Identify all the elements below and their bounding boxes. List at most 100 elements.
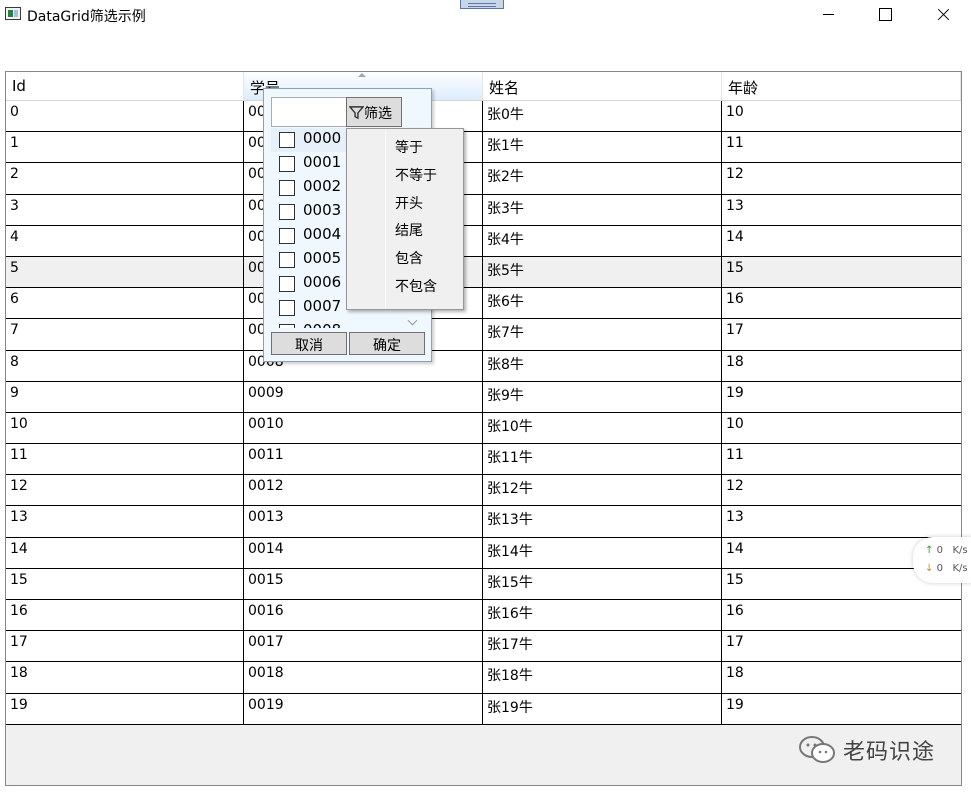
table-cell[interactable]: 11 (722, 132, 961, 164)
table-row[interactable]: 10 0010 张10牛 10 (6, 412, 961, 445)
table-cell[interactable]: 7 (6, 319, 244, 351)
menu-item[interactable]: 等于 (395, 137, 423, 157)
table-row[interactable]: 60006张6牛16 (6, 288, 961, 320)
checkbox[interactable] (279, 132, 295, 148)
table-cell[interactable]: 张6牛 (483, 288, 722, 320)
table-row[interactable]: 00000张0牛10 (6, 101, 961, 133)
table-cell[interactable]: 17 (722, 319, 961, 351)
table-cell[interactable]: 张14牛 (483, 537, 722, 569)
table-row[interactable]: 50005张5牛15 (6, 256, 961, 289)
table-cell[interactable]: 张13牛 (483, 506, 722, 538)
ok-button[interactable]: 确定 (349, 332, 425, 355)
table-cell[interactable]: 0015 (244, 568, 483, 600)
table-cell[interactable]: 张10牛 (483, 412, 722, 445)
minimize-button[interactable] (806, 0, 852, 30)
menu-item[interactable]: 结尾 (395, 220, 423, 240)
table-cell[interactable]: 19 (722, 382, 961, 413)
table-cell[interactable]: 0014 (244, 537, 483, 569)
maximize-button[interactable] (862, 0, 908, 30)
table-cell[interactable]: 6 (6, 288, 244, 320)
table-cell[interactable]: 17 (722, 631, 961, 663)
column-header-id[interactable]: Id (6, 72, 244, 101)
filter-input[interactable] (271, 97, 347, 127)
table-cell[interactable]: 张7牛 (483, 319, 722, 351)
table-cell[interactable]: 0019 (244, 693, 483, 725)
table-cell[interactable]: 张18牛 (483, 662, 722, 694)
table-cell[interactable]: 16 (6, 600, 244, 632)
table-cell[interactable]: 13 (722, 506, 961, 538)
table-cell[interactable]: 5 (6, 256, 244, 289)
table-row[interactable]: 70007张7牛17 (6, 319, 961, 351)
filter-option[interactable]: 0008 (271, 320, 421, 328)
table-cell[interactable]: 0016 (244, 600, 483, 632)
table-cell[interactable]: 16 (722, 288, 961, 320)
table-cell[interactable]: 18 (722, 351, 961, 382)
table-cell[interactable]: 0013 (244, 506, 483, 538)
table-cell[interactable]: 张5牛 (483, 256, 722, 289)
table-cell[interactable]: 15 (6, 568, 244, 600)
table-cell[interactable]: 张8牛 (483, 350, 722, 382)
table-row[interactable]: 17 0017 张17牛 17 (6, 631, 961, 663)
table-cell[interactable]: 15 (722, 257, 961, 289)
table-cell[interactable]: 张19牛 (483, 693, 722, 725)
menu-item[interactable]: 包含 (395, 248, 423, 268)
table-row[interactable]: 80008张8牛18 (6, 350, 961, 382)
table-cell[interactable]: 17 (6, 631, 244, 663)
table-cell[interactable]: 张12牛 (483, 475, 722, 507)
table-cell[interactable]: 张16牛 (483, 600, 722, 632)
table-cell[interactable]: 18 (722, 662, 961, 694)
column-header-age[interactable]: 年龄 (722, 72, 961, 101)
chevron-down-icon[interactable] (408, 317, 418, 327)
table-cell[interactable]: 0018 (244, 662, 483, 694)
table-cell[interactable]: 3 (6, 194, 244, 226)
checkbox[interactable] (279, 156, 295, 172)
table-row[interactable]: 10001张1牛11 (6, 132, 961, 164)
table-cell[interactable]: 1 (6, 132, 244, 164)
table-cell[interactable]: 14 (722, 226, 961, 257)
table-cell[interactable]: 张9牛 (483, 381, 722, 413)
drag-handle[interactable] (460, 0, 504, 9)
table-cell[interactable]: 张3牛 (483, 194, 722, 226)
table-cell[interactable]: 14 (6, 537, 244, 569)
table-cell[interactable]: 张17牛 (483, 631, 722, 663)
checkbox[interactable] (279, 252, 295, 268)
menu-item[interactable]: 开头 (395, 193, 423, 213)
table-cell[interactable]: 10 (6, 412, 244, 445)
table-cell[interactable]: 张15牛 (483, 568, 722, 600)
table-cell[interactable]: 12 (722, 163, 961, 195)
table-cell[interactable]: 18 (6, 662, 244, 694)
table-cell[interactable]: 4 (6, 225, 244, 257)
table-row[interactable]: 13 0013 张13牛 13 (6, 506, 961, 538)
network-speed-widget[interactable]: ↑ 0 K/s ↓ 0 K/s (913, 537, 971, 583)
table-cell[interactable]: 19 (6, 693, 244, 725)
table-cell[interactable]: 13 (722, 195, 961, 226)
checkbox[interactable] (279, 324, 295, 328)
menu-item[interactable]: 不等于 (395, 165, 437, 185)
table-row[interactable]: 2 0002 张2牛12 (6, 163, 961, 195)
close-button[interactable] (920, 0, 966, 30)
table-row[interactable]: 9 0009 张9牛 19 (6, 381, 961, 413)
checkbox[interactable] (279, 300, 295, 316)
menu-item[interactable]: 不包含 (395, 276, 437, 296)
table-row[interactable]: 11 0011 张11牛 11 (6, 444, 961, 476)
table-cell[interactable]: 9 (6, 381, 244, 413)
table-cell[interactable]: 0011 (244, 444, 483, 476)
table-cell[interactable]: 12 (6, 475, 244, 507)
table-row[interactable]: 3 0003 张3牛13 (6, 194, 961, 226)
table-cell[interactable]: 13 (6, 506, 244, 538)
table-row[interactable]: 18 0018 张18牛 18 (6, 662, 961, 694)
table-cell[interactable]: 8 (6, 350, 244, 382)
table-cell[interactable]: 张0牛 (483, 101, 722, 133)
checkbox[interactable] (279, 180, 295, 196)
column-header-name[interactable]: 姓名 (483, 72, 722, 101)
table-cell[interactable]: 10 (722, 413, 961, 445)
table-cell[interactable]: 0017 (244, 631, 483, 663)
table-cell[interactable]: 16 (722, 600, 961, 632)
table-cell[interactable]: 0 (6, 101, 244, 133)
table-cell[interactable]: 11 (722, 444, 961, 476)
table-cell[interactable]: 2 (6, 163, 244, 195)
table-cell[interactable]: 19 (722, 694, 961, 725)
table-cell[interactable]: 10 (722, 101, 961, 133)
table-cell[interactable]: 张2牛 (483, 163, 722, 195)
table-cell[interactable]: 张4牛 (483, 225, 722, 257)
